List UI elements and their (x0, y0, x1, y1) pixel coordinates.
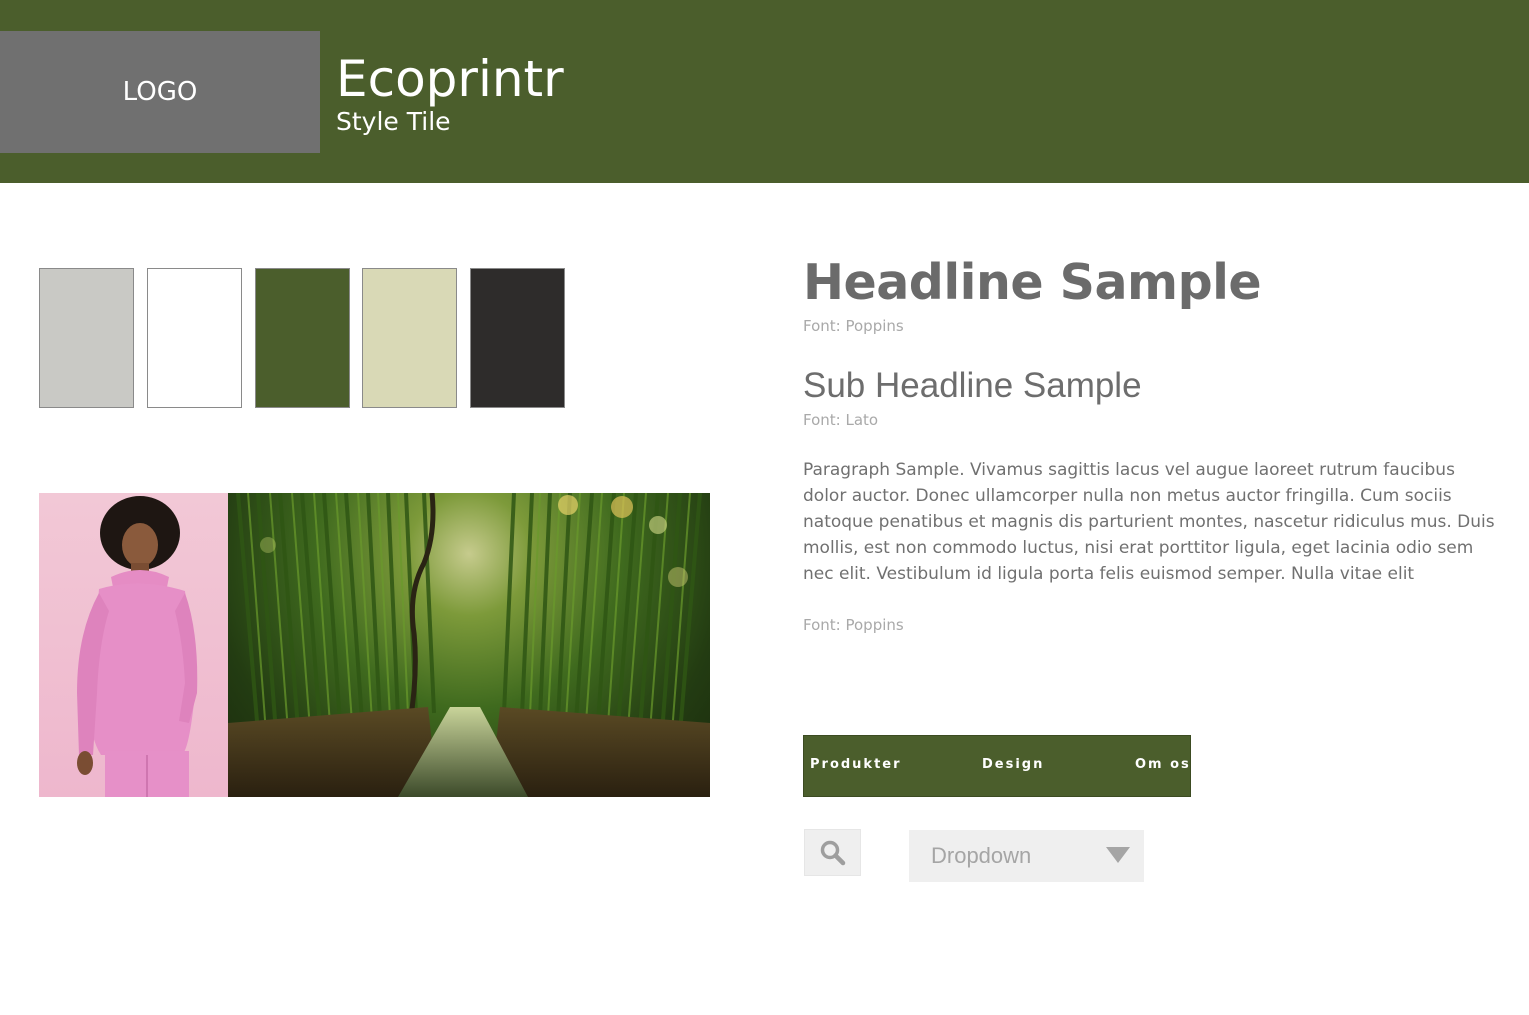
swatch-forest-green (255, 268, 350, 408)
nav-item-om-os[interactable]: Om os (1135, 757, 1191, 772)
nav-item-produkter[interactable]: Produkter (810, 757, 902, 772)
style-tile-page: LOGO Ecoprintr Style Tile Headline Sampl… (0, 0, 1529, 1015)
search-icon (820, 840, 845, 865)
swatch-charcoal (470, 268, 565, 408)
subheadline-font-note: Font: Lato (803, 411, 879, 429)
subheadline-sample: Sub Headline Sample (803, 366, 1142, 405)
brand-title: Ecoprintr (336, 50, 564, 108)
logo-placeholder: LOGO (0, 31, 320, 153)
bamboo-forest-illustration (228, 493, 710, 797)
swatch-sage (362, 268, 457, 408)
photo-person-pink-hoodie (39, 493, 228, 797)
person-illustration (77, 496, 198, 797)
paragraph-font-note: Font: Poppins (803, 616, 904, 634)
header-bar: LOGO Ecoprintr Style Tile (0, 0, 1529, 183)
swatch-light-gray (39, 268, 134, 408)
photo-bamboo-forest (228, 493, 710, 797)
logo-label: LOGO (122, 77, 198, 107)
nav-item-design[interactable]: Design (982, 757, 1044, 772)
nav-bar: Produkter Design Om os (803, 735, 1191, 797)
search-button[interactable] (804, 829, 861, 876)
paragraph-sample: Paragraph Sample. Vivamus sagittis lacus… (803, 460, 1495, 584)
dropdown-select[interactable]: Dropdown (909, 830, 1144, 882)
headline-font-note: Font: Poppins (803, 317, 904, 335)
swatch-white (147, 268, 242, 408)
brand-subtitle: Style Tile (336, 107, 451, 136)
headline-sample: Headline Sample (803, 254, 1262, 311)
triangle-down-icon (1106, 847, 1130, 863)
dropdown-label: Dropdown (931, 843, 1032, 868)
